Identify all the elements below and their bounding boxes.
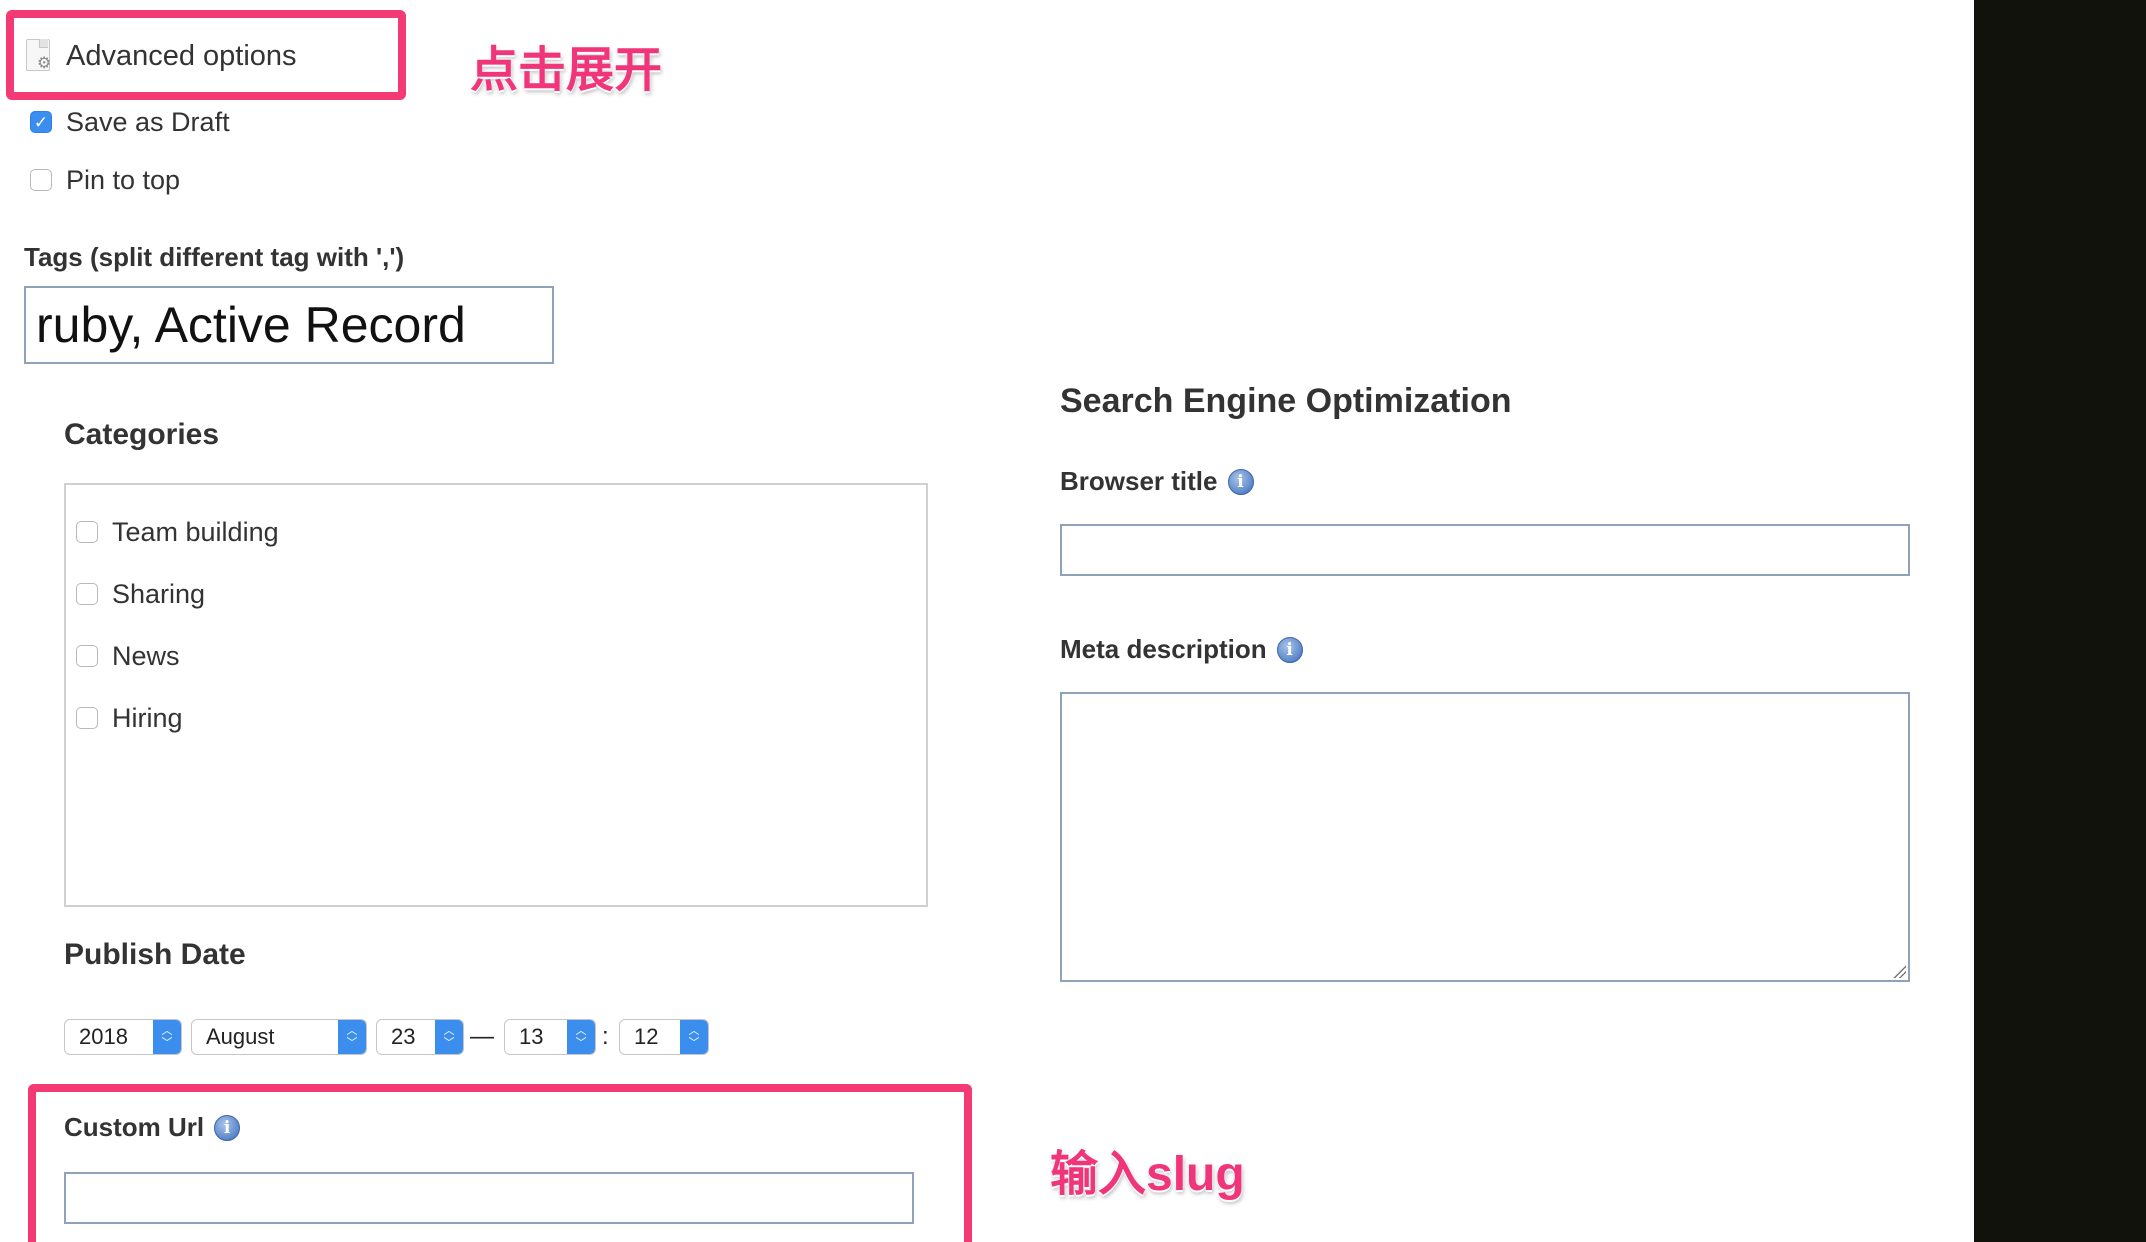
up-down-chevron-icon: ︿ ﹀: [338, 1020, 366, 1054]
category-checkbox[interactable]: [76, 521, 98, 543]
page: ⚙ Advanced options 点击展开 ✓ Save as Draft …: [0, 0, 2146, 1242]
category-checkbox[interactable]: [76, 645, 98, 667]
checkmark-icon: ✓: [33, 112, 49, 132]
meta-description-label-row: Meta description i: [1060, 634, 1303, 665]
month-select[interactable]: August ︿ ﹀: [191, 1019, 367, 1055]
up-down-chevron-icon: ︿ ﹀: [153, 1020, 181, 1054]
category-label: Sharing: [112, 578, 206, 609]
publish-date-title: Publish Date: [64, 938, 246, 971]
minute-value: 12: [634, 1024, 659, 1049]
info-icon[interactable]: i: [1276, 636, 1303, 663]
browser-title-input[interactable]: [1060, 524, 1910, 576]
pin-to-top-option[interactable]: Pin to top: [30, 162, 180, 198]
browser-title-label: Browser title: [1060, 466, 1218, 496]
category-item[interactable]: News: [76, 639, 180, 673]
tags-input[interactable]: ruby, Active Record: [24, 286, 554, 364]
date-time-separator: —: [470, 1023, 494, 1050]
save-as-draft-checkbox[interactable]: ✓: [30, 111, 52, 133]
info-icon[interactable]: i: [1227, 468, 1254, 495]
hour-value: 13: [519, 1024, 544, 1049]
info-icon[interactable]: i: [214, 1114, 241, 1141]
categories-list: Team building Sharing News Hiring: [64, 483, 928, 907]
resize-grip-icon[interactable]: [1892, 964, 1906, 978]
expand-annotation: 点击展开: [470, 44, 663, 97]
year-value: 2018: [79, 1024, 128, 1049]
pin-to-top-label: Pin to top: [66, 164, 181, 195]
pin-to-top-checkbox[interactable]: [30, 169, 52, 191]
meta-description-label: Meta description: [1060, 634, 1267, 664]
tags-label: Tags (split different tag with ','): [24, 242, 405, 272]
up-down-chevron-icon: ︿ ﹀: [680, 1020, 708, 1054]
slug-annotation: 输入slug: [1050, 1148, 1245, 1201]
advanced-options-highlight: [6, 10, 406, 100]
year-select[interactable]: 2018 ︿ ﹀: [64, 1019, 182, 1055]
category-label: News: [112, 640, 180, 671]
up-down-chevron-icon: ︿ ﹀: [567, 1020, 595, 1054]
category-item[interactable]: Hiring: [76, 701, 183, 735]
category-item[interactable]: Sharing: [76, 577, 205, 611]
meta-description-textarea[interactable]: [1060, 692, 1910, 982]
day-value: 23: [391, 1024, 416, 1049]
day-select[interactable]: 23 ︿ ﹀: [376, 1019, 464, 1055]
hour-select[interactable]: 13 ︿ ﹀: [504, 1019, 596, 1055]
seo-title: Search Engine Optimization: [1060, 382, 1512, 420]
category-checkbox[interactable]: [76, 583, 98, 605]
category-checkbox[interactable]: [76, 707, 98, 729]
category-item[interactable]: Team building: [76, 515, 279, 549]
up-down-chevron-icon: ︿ ﹀: [435, 1020, 463, 1054]
right-dark-panel: [1974, 0, 2146, 1242]
browser-title-label-row: Browser title i: [1060, 466, 1254, 497]
save-as-draft-option[interactable]: ✓ Save as Draft: [30, 104, 230, 140]
custom-url-label: Custom Url: [64, 1112, 205, 1142]
month-value: August: [206, 1024, 275, 1049]
category-label: Hiring: [112, 702, 183, 733]
time-colon: :: [602, 1023, 609, 1050]
custom-url-input[interactable]: [64, 1172, 914, 1224]
category-label: Team building: [112, 516, 279, 547]
save-as-draft-label: Save as Draft: [66, 106, 230, 137]
custom-url-label-row: Custom Url i: [64, 1112, 241, 1143]
categories-title: Categories: [64, 418, 220, 451]
minute-select[interactable]: 12 ︿ ﹀: [619, 1019, 709, 1055]
